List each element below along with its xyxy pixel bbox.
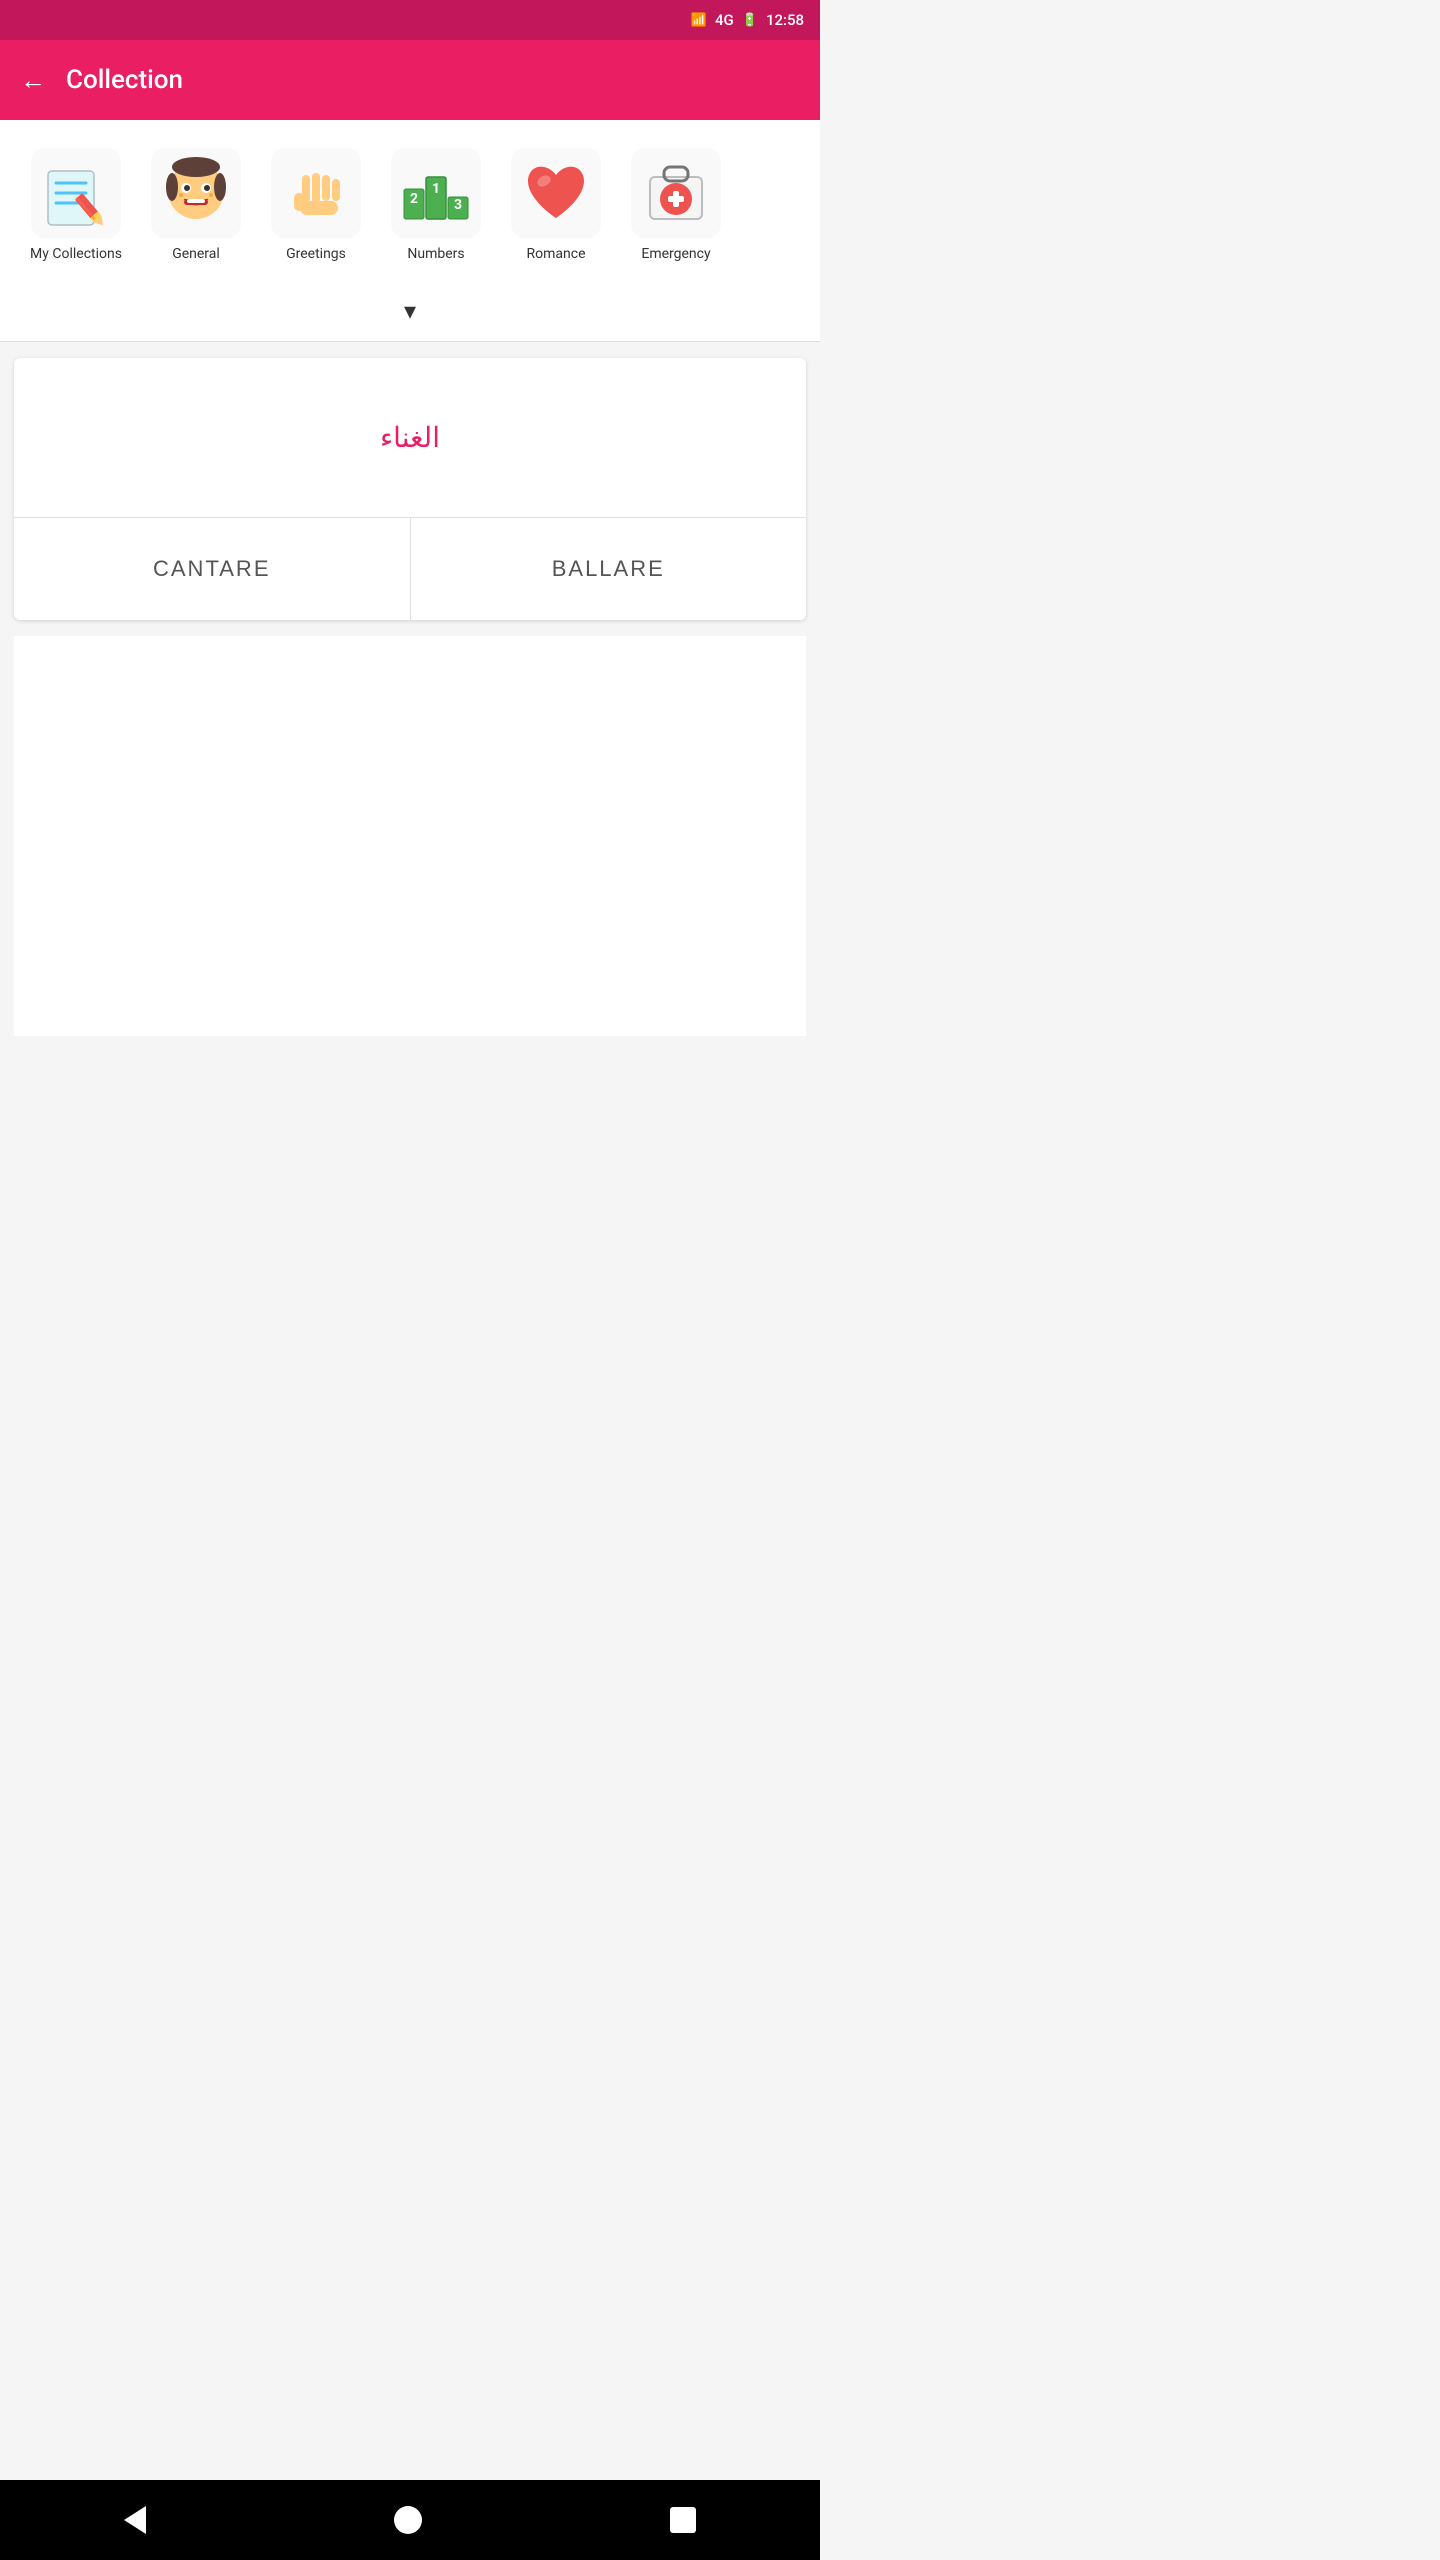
category-label-general: General (172, 246, 220, 263)
category-item-romance[interactable]: Romance (496, 144, 616, 267)
general-icon (151, 148, 241, 238)
nav-back-button[interactable] (124, 2506, 146, 2534)
romance-icon (511, 148, 601, 238)
signal-icon: 📶 (691, 13, 707, 28)
category-label-emergency: Emergency (641, 246, 710, 263)
flashcard-answer-1[interactable]: CANTARE (14, 518, 411, 620)
category-row: My Collections (16, 144, 804, 267)
time-label: 12:58 (766, 11, 804, 29)
chevron-down-icon[interactable]: ▾ (404, 297, 416, 325)
category-label-numbers: Numbers (407, 246, 464, 263)
greetings-icon (271, 148, 361, 238)
home-icon (394, 2506, 422, 2534)
status-bar: 📶 4G 🔋 12:58 (0, 0, 820, 40)
page-title: Collection (66, 65, 183, 95)
back-button[interactable]: ← (20, 67, 46, 93)
category-item-numbers[interactable]: 2 1 3 Numbers (376, 144, 496, 267)
flashcard-answers: CANTARE BALLARE (14, 518, 806, 620)
svg-text:1: 1 (432, 181, 440, 197)
chevron-section: ▾ (0, 283, 820, 342)
svg-text:2: 2 (410, 191, 418, 207)
category-label-my-collections: My Collections (30, 246, 122, 263)
app-bar: ← Collection (0, 40, 820, 120)
flashcard-section: الغناء CANTARE BALLARE (14, 358, 806, 620)
back-icon (124, 2506, 146, 2534)
content-area (14, 636, 806, 1036)
emergency-icon (631, 148, 721, 238)
category-item-my-collections[interactable]: My Collections (16, 144, 136, 267)
flashcard-question-text: الغناء (380, 421, 440, 454)
svg-text:3: 3 (454, 197, 462, 213)
category-item-emergency[interactable]: Emergency (616, 144, 736, 267)
numbers-icon: 2 1 3 (391, 148, 481, 238)
category-section: My Collections (0, 120, 820, 283)
category-item-greetings[interactable]: Greetings (256, 144, 376, 267)
category-item-general[interactable]: General (136, 144, 256, 267)
recent-icon (670, 2507, 696, 2533)
nav-home-button[interactable] (394, 2506, 422, 2534)
nav-recent-button[interactable] (670, 2507, 696, 2533)
flashcard-answer-2[interactable]: BALLARE (411, 518, 807, 620)
category-label-greetings: Greetings (286, 246, 346, 263)
bottom-nav-bar (0, 2480, 820, 2560)
my-collections-icon (31, 148, 121, 238)
flashcard-question: الغناء (14, 358, 806, 518)
category-label-romance: Romance (527, 246, 586, 263)
battery-icon: 🔋 (742, 13, 758, 28)
signal-label: 4G (715, 11, 734, 29)
